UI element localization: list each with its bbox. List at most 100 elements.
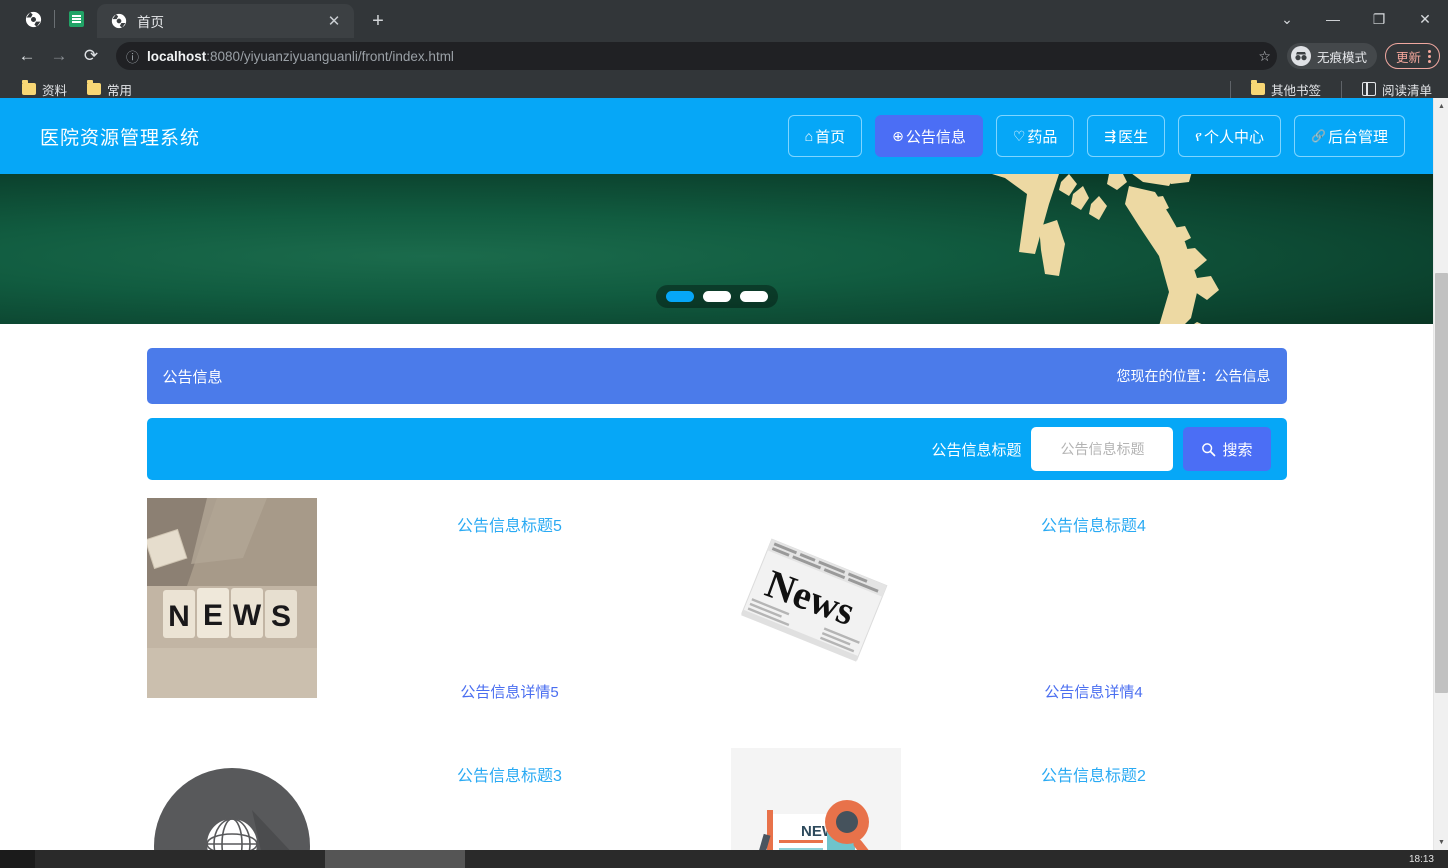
nav-item-profile[interactable]: የ 个人中心 bbox=[1178, 115, 1282, 157]
nav-item-label: 首页 bbox=[815, 128, 846, 146]
announcement-thumbnail[interactable]: NEWS bbox=[730, 748, 901, 850]
news-wooden-blocks-image: N E W S bbox=[146, 498, 317, 698]
page-scrollbar[interactable]: ▲ ▼ bbox=[1433, 98, 1448, 850]
browser-toolbar: ← → ⟳ ⓘ localhost:8080/yiyuanziyuanguanl… bbox=[0, 38, 1448, 74]
search-bar: 公告信息标题 搜索 bbox=[146, 418, 1287, 480]
minimize-button[interactable]: — bbox=[1310, 0, 1356, 38]
tab-close-icon[interactable]: ✕ bbox=[322, 9, 346, 33]
nav-item-label: 药品 bbox=[1027, 128, 1058, 146]
announcement-card[interactable]: NEWS 公告信息标题3 bbox=[146, 748, 703, 850]
announcement-text: 公告信息标题4 公告信息详情4 bbox=[901, 498, 1287, 728]
svg-text:N: N bbox=[168, 600, 190, 633]
incognito-label: 无痕模式 bbox=[1316, 50, 1367, 65]
page-viewport: 医院资源管理系统 ⌂ 首页 ⊕ 公告信息 ♡ 药品 ⇶ 医生 የ 个人中心 🔗 … bbox=[0, 98, 1448, 850]
globe-icon bbox=[25, 11, 41, 27]
nav-item-home[interactable]: ⌂ 首页 bbox=[787, 115, 863, 157]
bookmark-label: 资料 bbox=[42, 83, 68, 98]
link-icon: 🔗 bbox=[1311, 129, 1326, 143]
scrollbar-thumb[interactable] bbox=[1435, 273, 1448, 693]
address-bar-url: localhost:8080/yiyuanziyuanguanli/front/… bbox=[147, 49, 1250, 64]
news-globe-badge-image: NEWS bbox=[146, 748, 317, 850]
globe-icon: ⊕ bbox=[892, 128, 904, 144]
nav-item-admin[interactable]: 🔗 后台管理 bbox=[1294, 115, 1405, 157]
folder-icon bbox=[1250, 80, 1265, 95]
taskbar-search-region[interactable] bbox=[35, 850, 325, 868]
taskbar-tray-region[interactable]: 18:13 bbox=[465, 850, 1448, 868]
scroll-down-button[interactable]: ▼ bbox=[1434, 834, 1448, 850]
folder-icon bbox=[22, 80, 36, 95]
hero-carousel[interactable] bbox=[0, 174, 1433, 324]
other-bookmarks-label: 其他书签 bbox=[1270, 83, 1321, 98]
incognito-indicator[interactable]: 无痕模式 bbox=[1286, 43, 1377, 69]
update-label: 更新 bbox=[1395, 50, 1421, 65]
maximize-button[interactable]: ❐ bbox=[1356, 0, 1402, 38]
announcement-thumbnail[interactable]: NEWS bbox=[146, 748, 317, 850]
forward-button[interactable]: → bbox=[44, 41, 74, 71]
svg-text:W: W bbox=[232, 599, 261, 632]
tab-search-button[interactable]: ⌄ bbox=[1264, 0, 1310, 38]
nav-item-label: 后台管理 bbox=[1327, 128, 1388, 146]
breadcrumb-position: 您现在的位置：公告信息 bbox=[1116, 368, 1271, 384]
svg-text:S: S bbox=[270, 600, 290, 633]
update-button[interactable]: 更新 bbox=[1384, 43, 1440, 69]
site-header: 医院资源管理系统 ⌂ 首页 ⊕ 公告信息 ♡ 药品 ⇶ 医生 የ 个人中心 🔗 … bbox=[0, 98, 1433, 174]
announcement-title[interactable]: 公告信息标题2 bbox=[1041, 762, 1146, 786]
active-tab[interactable]: 首页 ✕ bbox=[97, 4, 354, 38]
url-path: :8080/yiyuanziyuanguanli/front/index.htm… bbox=[206, 48, 454, 64]
announcement-detail[interactable]: 公告信息详情4 bbox=[1044, 681, 1142, 702]
carousel-dot-2[interactable] bbox=[702, 291, 731, 302]
nav-item-doctor[interactable]: ⇶ 医生 bbox=[1087, 115, 1166, 157]
search-label: 公告信息标题 bbox=[931, 441, 1022, 459]
announcement-title[interactable]: 公告信息标题5 bbox=[457, 512, 562, 536]
capsule-icon: ♡ bbox=[1012, 128, 1026, 144]
pinned-tab-divider bbox=[54, 10, 55, 28]
announcement-card[interactable]: NEWS 公告信息标题2 bbox=[730, 748, 1287, 850]
announcement-text: 公告信息标题3 bbox=[317, 748, 703, 850]
user-icon: የ bbox=[1195, 128, 1203, 144]
announcement-list: N E W S 公告信息标题5 公告信息详情5 News 公告信息标题4 公告信… bbox=[146, 498, 1287, 850]
site-brand-title: 医院资源管理系统 bbox=[40, 127, 201, 149]
nav-item-announcements[interactable]: ⊕ 公告信息 bbox=[875, 115, 983, 157]
announcement-detail[interactable]: 公告信息详情5 bbox=[460, 681, 558, 702]
tab-strip: 首页 ✕ + ⌄ — ❐ ✕ bbox=[0, 0, 1448, 38]
search-button[interactable]: 搜索 bbox=[1183, 427, 1271, 471]
os-taskbar: 18:13 bbox=[0, 850, 1448, 868]
nav-item-label: 公告信息 bbox=[905, 128, 966, 146]
hero-illustration bbox=[992, 174, 1219, 324]
new-tab-button[interactable]: + bbox=[364, 7, 392, 35]
window-controls: ⌄ — ❐ ✕ bbox=[1264, 0, 1448, 38]
back-button[interactable]: ← bbox=[12, 41, 42, 71]
announcement-thumbnail[interactable]: N E W S bbox=[146, 498, 317, 698]
announcement-card[interactable]: N E W S 公告信息标题5 公告信息详情5 bbox=[146, 498, 703, 728]
search-input[interactable] bbox=[1031, 427, 1174, 471]
pinned-tab-sheets[interactable] bbox=[59, 4, 93, 34]
announcement-thumbnail[interactable]: News bbox=[730, 498, 901, 698]
pinned-tab-globe[interactable] bbox=[16, 4, 50, 34]
site-info-icon[interactable]: ⓘ bbox=[126, 47, 139, 66]
announcement-text: 公告信息标题5 公告信息详情5 bbox=[317, 498, 703, 728]
spreadsheet-icon bbox=[68, 11, 84, 27]
announcement-card[interactable]: News 公告信息标题4 公告信息详情4 bbox=[730, 498, 1287, 728]
search-icon bbox=[1202, 442, 1216, 456]
carousel-dot-3[interactable] bbox=[739, 291, 768, 302]
svg-text:E: E bbox=[202, 599, 222, 632]
carousel-dot-1[interactable] bbox=[665, 291, 694, 302]
incognito-icon bbox=[1290, 46, 1311, 66]
scroll-up-button[interactable]: ▲ bbox=[1434, 98, 1448, 114]
address-bar[interactable]: ⓘ localhost:8080/yiyuanziyuanguanli/fron… bbox=[116, 42, 1277, 70]
announcement-title[interactable]: 公告信息标题3 bbox=[457, 762, 562, 786]
bookmarks-divider bbox=[1229, 80, 1231, 98]
pinned-tabs bbox=[0, 0, 97, 38]
bookmark-star-icon[interactable]: ☆ bbox=[1258, 48, 1271, 65]
kebab-menu-icon[interactable] bbox=[1426, 49, 1433, 63]
taskbar-active-window[interactable] bbox=[325, 850, 465, 868]
nav-item-medicine[interactable]: ♡ 药品 bbox=[995, 115, 1075, 157]
reload-button[interactable]: ⟳ bbox=[76, 41, 106, 71]
page-content: 公告信息 您现在的位置：公告信息 公告信息标题 搜索 bbox=[0, 324, 1433, 850]
search-button-label: 搜索 bbox=[1222, 441, 1253, 459]
close-window-button[interactable]: ✕ bbox=[1402, 0, 1448, 38]
taskbar-start-region[interactable] bbox=[0, 850, 35, 868]
bookmarks-divider bbox=[1340, 80, 1342, 98]
announcement-title[interactable]: 公告信息标题4 bbox=[1041, 512, 1146, 536]
announcement-text: 公告信息标题2 bbox=[901, 748, 1287, 850]
